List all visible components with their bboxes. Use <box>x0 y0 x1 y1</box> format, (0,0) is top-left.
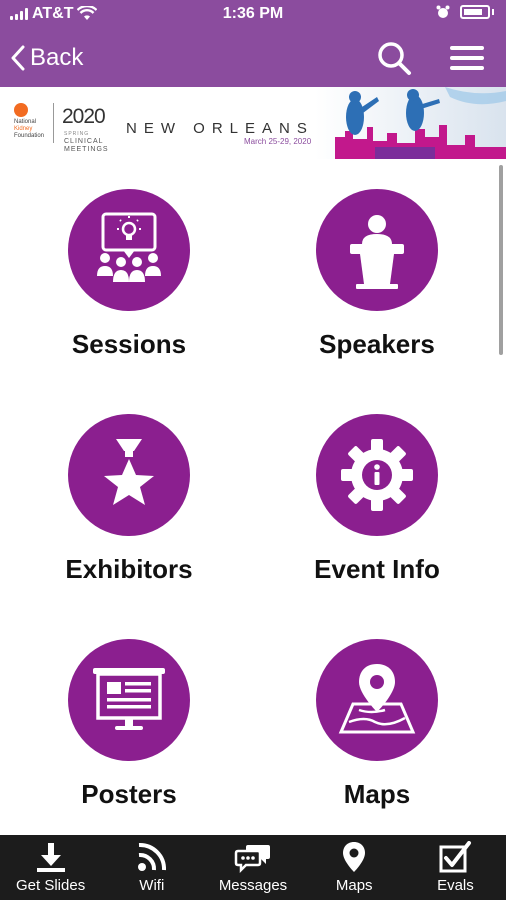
chevron-left-icon <box>11 45 25 71</box>
event-info-circle <box>316 414 438 536</box>
tab-evals[interactable]: Evals <box>405 835 506 900</box>
tab-maps-label: Maps <box>335 877 373 894</box>
subtitle-line-3: MEETINGS <box>64 146 109 153</box>
star-trophy-icon <box>104 439 154 505</box>
tab-evals-label: Evals <box>437 877 474 894</box>
download-icon <box>36 843 65 872</box>
sessions-tile[interactable]: Sessions <box>29 189 229 360</box>
battery-icon <box>460 5 490 19</box>
speakers-circle <box>316 189 438 311</box>
hamburger-menu-icon <box>450 46 484 70</box>
sessions-label: Sessions <box>71 329 187 359</box>
info-gear-icon <box>341 439 413 511</box>
map-pin-icon <box>338 664 416 734</box>
maps-tile[interactable]: Maps <box>277 639 477 810</box>
nav-bar: Back <box>0 30 506 87</box>
event-banner: National Kidney Foundation 2020 SPRING C… <box>0 87 506 159</box>
event-year: 2020 <box>62 105 106 128</box>
exhibitors-tile[interactable]: Exhibitors <box>29 414 229 585</box>
posters-label: Posters <box>81 779 177 809</box>
event-dates: March 25-29, 2020 <box>244 137 312 146</box>
poster-board-icon <box>93 668 165 730</box>
banner-divider <box>53 103 54 143</box>
event-info-label: Event Info <box>314 554 440 584</box>
event-info-tile[interactable]: Event Info <box>277 414 477 585</box>
jazz-skyline-art <box>315 87 506 159</box>
nkf-logo: National Kidney Foundation <box>14 103 44 140</box>
location-pin-icon <box>343 842 366 872</box>
bottom-tab-bar: Get Slides Wifi Messages Maps Evals <box>0 835 506 900</box>
maps-label: Maps <box>343 779 411 809</box>
exhibitors-label: Exhibitors <box>65 554 193 584</box>
battery-tip <box>492 9 494 15</box>
presentation-audience-icon <box>97 212 161 282</box>
status-right <box>436 5 494 19</box>
menu-grid: Sessions Speakers Exhibitors Event Info … <box>0 159 506 835</box>
tab-messages-label: Messages <box>218 877 288 894</box>
tab-wifi[interactable]: Wifi <box>101 835 202 900</box>
posters-tile[interactable]: Posters <box>29 639 229 810</box>
search-icon <box>378 42 411 75</box>
tab-messages[interactable]: Messages <box>202 835 303 900</box>
wifi-icon <box>137 843 166 871</box>
checkbox-icon <box>439 841 472 873</box>
kidney-logo-icon <box>14 103 28 117</box>
back-label: Back <box>30 44 84 71</box>
posters-circle <box>68 639 190 761</box>
org-line-2: Kidney <box>14 126 33 132</box>
tab-maps[interactable]: Maps <box>304 835 405 900</box>
speakers-tile[interactable]: Speakers <box>277 189 477 360</box>
search-button[interactable] <box>374 38 414 78</box>
menu-button[interactable] <box>448 40 488 76</box>
status-time: 1:36 PM <box>222 5 284 22</box>
alarm-icon <box>436 5 450 18</box>
subtitle-line-2: CLINICAL <box>64 138 104 145</box>
back-button[interactable]: Back <box>10 40 83 76</box>
exhibitors-circle <box>68 414 190 536</box>
podium-icon <box>350 215 404 289</box>
org-line-1: National <box>14 119 37 125</box>
scrollbar[interactable] <box>499 165 503 355</box>
maps-circle <box>316 639 438 761</box>
tab-wifi-label: Wifi <box>139 877 165 894</box>
sessions-circle <box>68 189 190 311</box>
speakers-label: Speakers <box>319 329 435 359</box>
chat-bubbles-icon <box>234 845 270 873</box>
subtitle-line-1: SPRING <box>64 131 90 137</box>
tab-get-slides[interactable]: Get Slides <box>0 835 101 900</box>
org-line-3: Foundation <box>14 133 45 139</box>
event-city: NEW ORLEANS <box>126 120 314 137</box>
status-bar: AT&T 1:36 PM <box>0 0 506 30</box>
event-subtitle: SPRING CLINICAL MEETINGS <box>64 130 109 154</box>
tab-get-slides-label: Get Slides <box>16 877 86 894</box>
